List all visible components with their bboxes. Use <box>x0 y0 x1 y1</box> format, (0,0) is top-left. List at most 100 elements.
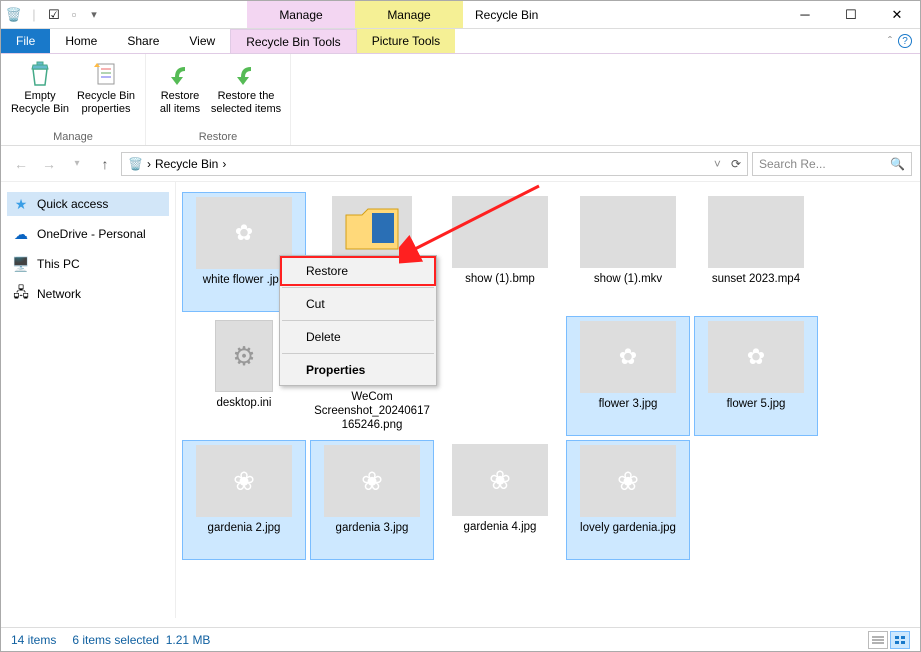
thumbnails-view-button[interactable] <box>890 631 910 649</box>
sidebar-item-label: Quick access <box>37 197 108 211</box>
context-menu: Restore Cut Delete Properties <box>279 255 437 386</box>
file-thumbnail: ❀ <box>580 445 676 517</box>
address-bar: ← → ▾ ↑ 🗑️ › Recycle Bin › ˅ ⟳ Search Re… <box>1 146 920 182</box>
details-view-button[interactable] <box>868 631 888 649</box>
file-thumbnail: ✿ <box>708 321 804 393</box>
file-name: white flower .jpg <box>203 273 285 287</box>
file-name: desktop.ini <box>217 396 272 410</box>
sidebar-item-onedrive[interactable]: ☁ OneDrive - Personal <box>7 222 169 246</box>
context-menu-separator <box>282 287 434 288</box>
empty-recycle-bin-label: Empty Recycle Bin <box>11 90 69 116</box>
search-input[interactable]: Search Re... 🔍 <box>752 152 912 176</box>
file-name: lovely gardenia.jpg <box>580 521 676 535</box>
breadcrumb-segment[interactable]: Recycle Bin <box>155 157 218 171</box>
file-item[interactable]: show (1).mkv <box>566 192 690 312</box>
tab-view[interactable]: View <box>174 29 230 53</box>
file-name: gardenia 3.jpg <box>336 521 409 535</box>
tab-recycle-bin-tools[interactable]: Recycle Bin Tools <box>230 29 357 53</box>
qat-chevron-icon[interactable]: ▾ <box>85 6 103 24</box>
context-menu-properties[interactable]: Properties <box>280 355 436 385</box>
tab-picture-tools[interactable]: Picture Tools <box>357 29 455 53</box>
file-item[interactable]: ❀gardenia 4.jpg <box>438 440 562 560</box>
file-thumbnail <box>708 196 804 268</box>
restore-all-button[interactable]: Restore all items <box>152 58 208 116</box>
recent-locations-icon[interactable]: ▾ <box>65 152 89 176</box>
recycle-bin-properties-label: Recycle Bin properties <box>77 90 135 116</box>
breadcrumb-chevron-icon[interactable]: › <box>222 157 226 171</box>
status-bar: 14 items 6 items selected 1.21 MB <box>1 627 920 651</box>
ribbon-group-manage-label: Manage <box>53 129 93 143</box>
new-doc-icon[interactable]: ▫ <box>65 6 83 24</box>
close-button[interactable]: ✕ <box>874 1 920 29</box>
help-icon[interactable]: ? <box>898 34 912 48</box>
ribbon-group-manage: Empty Recycle Bin Recycle Bin properties… <box>1 54 146 145</box>
file-thumbnail: ❀ <box>452 444 548 516</box>
file-thumbnail: ✿ <box>580 321 676 393</box>
title-bar: 🗑️ | ☑ ▫ ▾ Manage Manage Recycle Bin ─ ☐… <box>1 1 920 29</box>
ribbon-body: Empty Recycle Bin Recycle Bin properties… <box>1 54 920 146</box>
cloud-icon: ☁ <box>13 226 29 242</box>
maximize-button[interactable]: ☐ <box>828 1 874 29</box>
restore-selected-icon <box>230 58 262 90</box>
file-item[interactable]: ✿ flower 5.jpg <box>694 316 818 436</box>
file-list[interactable]: ✿white flower .jpgUpload to FBshow (1).b… <box>176 182 920 618</box>
qat-separator: | <box>25 6 43 24</box>
file-thumbnail: ⚙ <box>215 320 273 392</box>
context-menu-restore[interactable]: Restore <box>280 256 436 286</box>
file-item[interactable]: ❀ lovely gardenia.jpg <box>566 440 690 560</box>
pc-icon: 🖥️ <box>13 256 29 272</box>
ribbon-group-restore-label: Restore <box>199 129 238 143</box>
restore-all-icon <box>164 58 196 90</box>
sidebar-item-label: OneDrive - Personal <box>37 227 146 241</box>
context-tab-headers: Manage Manage <box>247 1 463 28</box>
ribbon-tab-strip: File Home Share View Recycle Bin Tools P… <box>1 29 920 54</box>
window-controls: ─ ☐ ✕ <box>782 1 920 29</box>
window-title: Recycle Bin <box>463 8 782 22</box>
restore-selected-label: Restore the selected items <box>211 90 281 116</box>
search-placeholder: Search Re... <box>759 157 826 171</box>
tab-home[interactable]: Home <box>50 29 112 53</box>
trash-icon <box>24 58 56 90</box>
file-name: gardenia 2.jpg <box>208 521 281 535</box>
back-button[interactable]: ← <box>9 152 33 176</box>
star-icon: ★ <box>13 196 29 212</box>
sidebar-item-quick-access[interactable]: ★ Quick access <box>7 192 169 216</box>
sidebar-item-network[interactable]: 🖧 Network <box>7 282 169 306</box>
file-name: flower 5.jpg <box>727 397 786 411</box>
file-item[interactable]: ❀gardenia 3.jpg <box>310 440 434 560</box>
collapse-ribbon-icon[interactable]: ˆ <box>888 34 892 48</box>
ribbon-help: ˆ ? <box>880 29 920 53</box>
context-menu-cut[interactable]: Cut <box>280 289 436 319</box>
file-name: show (1).mkv <box>594 272 662 286</box>
refresh-icon[interactable]: ⟳ <box>731 157 741 171</box>
breadcrumb-chevron-icon[interactable]: › <box>147 157 151 171</box>
breadcrumb[interactable]: 🗑️ › Recycle Bin › ˅ ⟳ <box>121 152 748 176</box>
up-button[interactable]: ↑ <box>93 152 117 176</box>
ribbon-group-restore: Restore all items Restore the selected i… <box>146 54 291 145</box>
tab-file[interactable]: File <box>1 29 50 53</box>
forward-button[interactable]: → <box>37 152 61 176</box>
file-item[interactable]: ✿ flower 3.jpg <box>566 316 690 436</box>
file-item[interactable]: sunset 2023.mp4 <box>694 192 818 312</box>
file-item[interactable]: show (1).bmp <box>438 192 562 312</box>
recycle-bin-properties-button[interactable]: Recycle Bin properties <box>73 58 139 116</box>
sidebar-item-label: Network <box>37 287 81 301</box>
status-selected-count: 6 items selected 1.21 MB <box>72 633 210 647</box>
sidebar-item-this-pc[interactable]: 🖥️ This PC <box>7 252 169 276</box>
file-item[interactable]: ❀gardenia 2.jpg <box>182 440 306 560</box>
content-area: ★ Quick access ☁ OneDrive - Personal 🖥️ … <box>1 182 920 618</box>
minimize-button[interactable]: ─ <box>782 1 828 29</box>
file-name: sunset 2023.mp4 <box>712 272 800 286</box>
context-menu-delete[interactable]: Delete <box>280 322 436 352</box>
status-item-count: 14 items <box>11 633 56 647</box>
restore-selected-button[interactable]: Restore the selected items <box>208 58 284 116</box>
file-thumbnail <box>332 196 412 260</box>
tab-share[interactable]: Share <box>112 29 174 53</box>
breadcrumb-dropdown-icon[interactable]: ˅ <box>714 157 721 171</box>
file-name: flower 3.jpg <box>599 397 658 411</box>
file-name: show (1).bmp <box>465 272 535 286</box>
empty-recycle-bin-button[interactable]: Empty Recycle Bin <box>7 58 73 116</box>
context-tab-manage-1: Manage <box>247 1 355 28</box>
properties-icon[interactable]: ☑ <box>45 6 63 24</box>
file-thumbnail <box>452 196 548 268</box>
